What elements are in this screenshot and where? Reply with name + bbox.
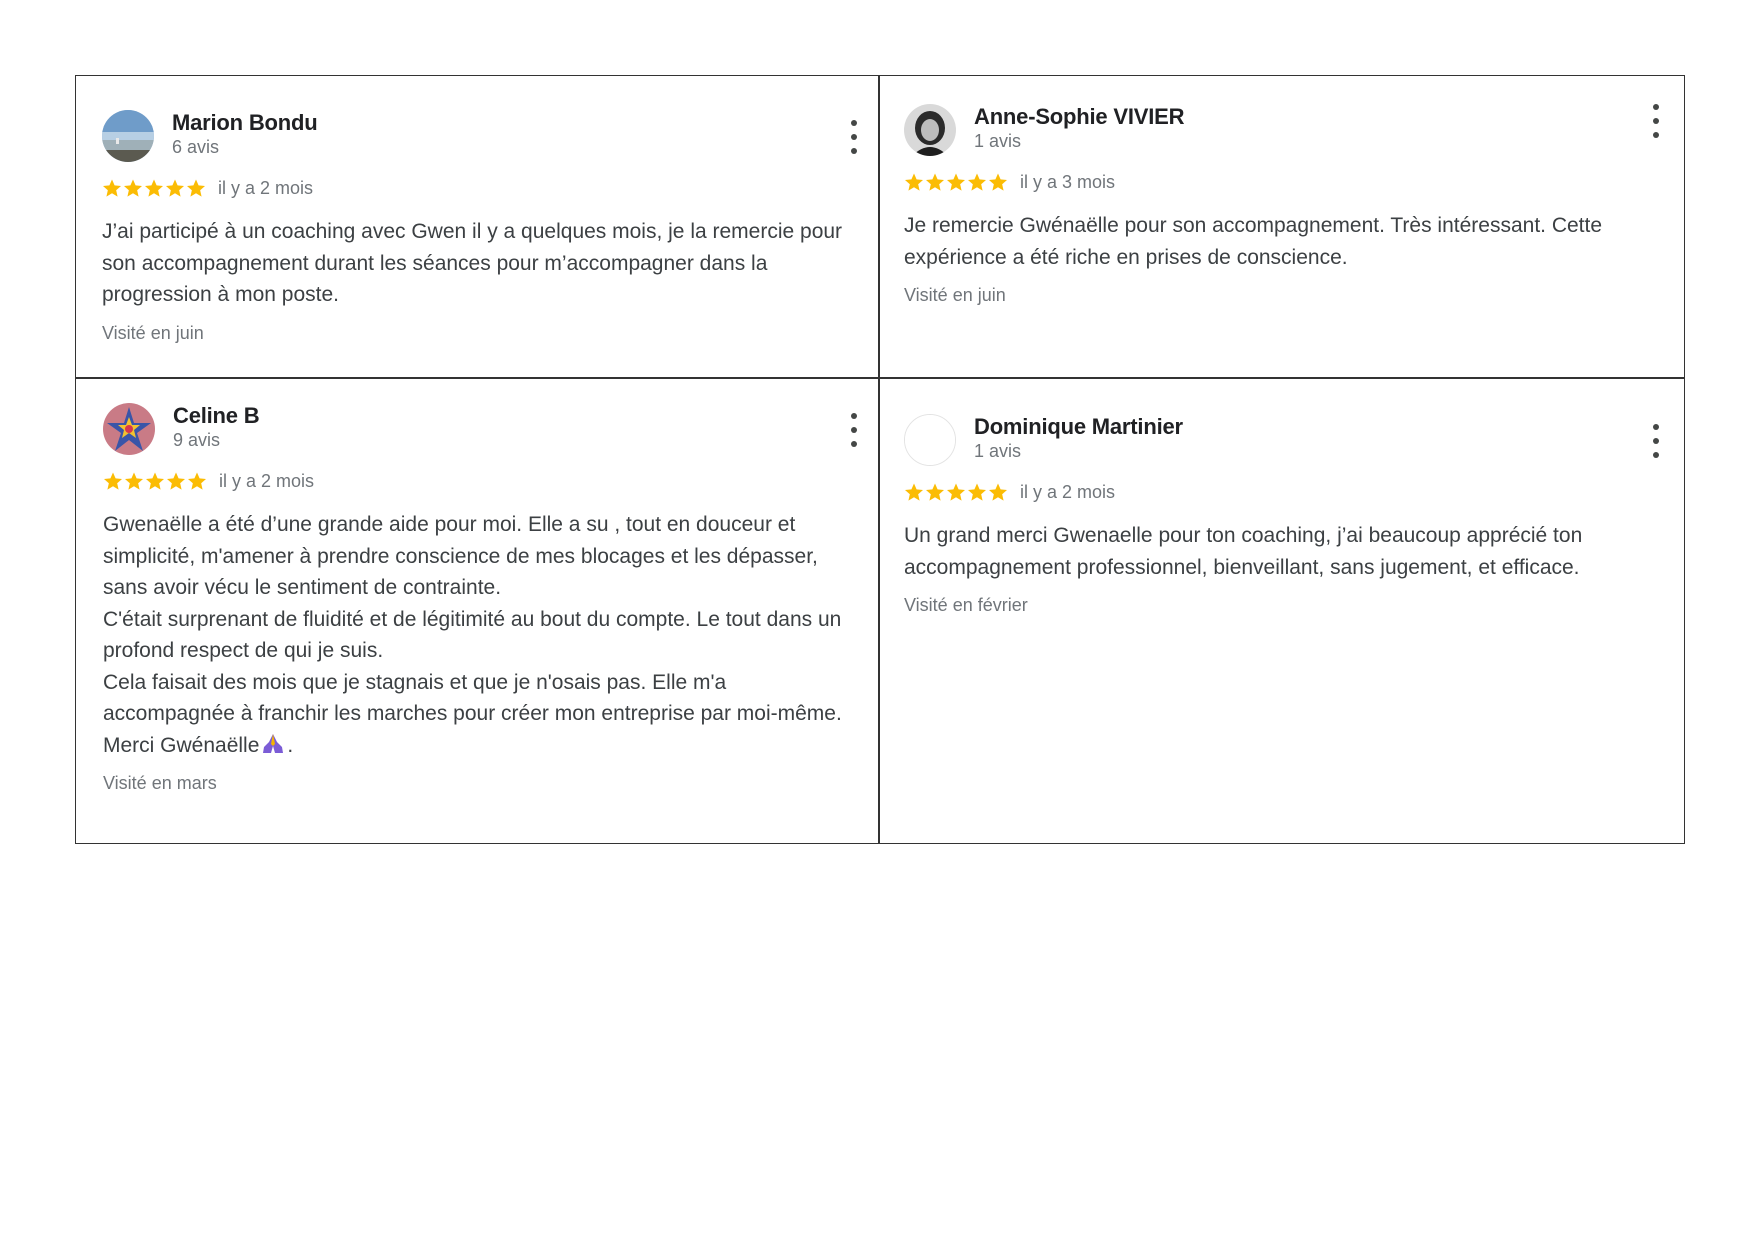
star-icon <box>145 179 163 197</box>
reviewer-name[interactable]: Celine B <box>173 403 260 429</box>
more-vert-icon <box>1653 424 1659 430</box>
star-icon <box>989 483 1007 501</box>
star-icon <box>125 472 143 490</box>
review-card-marion-bondu: Marion Bondu 6 avis il y a 2 mois J’ai p… <box>102 110 862 344</box>
star-rating <box>102 178 206 198</box>
review-header: Dominique Martinier 1 avis <box>904 414 1664 472</box>
star-icon <box>926 483 944 501</box>
star-icon <box>905 173 923 191</box>
visit-date: Visité en mars <box>103 773 217 793</box>
reviewer-avatar[interactable] <box>103 403 155 455</box>
review-text: Gwenaëlle a été d’une grande aide pour m… <box>103 509 853 761</box>
mandala-avatar-icon <box>103 403 155 455</box>
star-rating <box>103 471 207 491</box>
folded-hands-emoji-icon <box>263 733 284 753</box>
blank-avatar-icon <box>905 415 955 465</box>
beach-photo-avatar-icon <box>102 110 154 162</box>
review-count: 9 avis <box>173 430 221 450</box>
rating-row: il y a 3 mois <box>904 168 1664 196</box>
reviewer-avatar[interactable] <box>904 104 956 156</box>
star-icon <box>989 173 1007 191</box>
review-paragraph: Je remercie Gwénaëlle pour son accompagn… <box>904 214 1603 269</box>
review-count: 1 avis <box>974 441 1022 461</box>
star-icon <box>926 173 944 191</box>
review-header: Marion Bondu 6 avis <box>102 110 862 168</box>
more-options-button[interactable] <box>848 120 860 154</box>
star-rating <box>904 172 1008 192</box>
star-icon <box>124 179 142 197</box>
review-paragraph: J’ai participé à un coaching avec Gwen i… <box>102 220 843 306</box>
reviewer-avatar[interactable] <box>904 414 956 466</box>
reviewer-name[interactable]: Marion Bondu <box>172 110 318 136</box>
row-divider <box>76 377 1684 379</box>
portrait-photo-avatar-icon <box>904 104 956 156</box>
visit-date: Visité en juin <box>904 285 1006 305</box>
more-vert-icon <box>1653 104 1659 110</box>
review-paragraph: Un grand merci Gwenaelle pour ton coachi… <box>904 524 1583 579</box>
review-count: 1 avis <box>974 131 1022 151</box>
closing-text: Merci Gwénaëlle <box>103 733 260 757</box>
review-date: il y a 3 mois <box>1020 171 1116 192</box>
review-date: il y a 2 mois <box>218 177 314 198</box>
more-options-button[interactable] <box>1650 424 1662 458</box>
visit-date: Visité en février <box>904 595 1028 615</box>
star-rating <box>904 482 1008 502</box>
review-text: Je remercie Gwénaëlle pour son accompagn… <box>904 210 1664 273</box>
review-card-celine-b: Celine B 9 avis il y a 2 mois Gwenaëlle … <box>103 403 857 794</box>
review-closing: Merci Gwénaëlle. <box>103 730 853 762</box>
star-icon <box>146 472 164 490</box>
reviewer-name[interactable]: Dominique Martinier <box>974 414 1183 440</box>
star-icon <box>947 483 965 501</box>
review-date: il y a 2 mois <box>219 470 315 491</box>
review-date: il y a 2 mois <box>1020 481 1116 502</box>
rating-row: il y a 2 mois <box>103 467 853 495</box>
star-icon <box>188 472 206 490</box>
star-icon <box>103 179 121 197</box>
review-text: Un grand merci Gwenaelle pour ton coachi… <box>904 520 1664 583</box>
star-icon <box>905 483 923 501</box>
reviews-grid: Marion Bondu 6 avis il y a 2 mois J’ai p… <box>75 75 1685 844</box>
more-options-button[interactable] <box>1650 104 1662 138</box>
review-paragraph: Gwenaëlle a été d’une grande aide pour m… <box>103 513 818 599</box>
star-icon <box>104 472 122 490</box>
review-card-dominique-martinier: Dominique Martinier 1 avis il y a 2 mois… <box>904 414 1664 616</box>
review-paragraph: C'était surprenant de fluidité et de lég… <box>103 607 842 663</box>
more-vert-icon <box>851 413 857 419</box>
rating-row: il y a 2 mois <box>904 478 1664 506</box>
star-icon <box>968 173 986 191</box>
review-card-anne-sophie-vivier: Anne-Sophie VIVIER 1 avis il y a 3 mois … <box>904 104 1664 306</box>
star-icon <box>166 179 184 197</box>
star-icon <box>187 179 205 197</box>
star-icon <box>167 472 185 490</box>
reviewer-name[interactable]: Anne-Sophie VIVIER <box>974 104 1185 130</box>
star-icon <box>968 483 986 501</box>
more-options-button[interactable] <box>848 413 860 447</box>
column-divider <box>878 76 880 843</box>
rating-row: il y a 2 mois <box>102 174 862 202</box>
reviewer-avatar[interactable] <box>102 110 154 162</box>
review-text: J’ai participé à un coaching avec Gwen i… <box>102 216 862 311</box>
review-paragraph: Cela faisait des mois que je stagnais et… <box>103 670 842 726</box>
review-header: Celine B 9 avis <box>103 403 857 461</box>
closing-punctuation: . <box>287 733 294 757</box>
review-count: 6 avis <box>172 137 220 157</box>
review-header: Anne-Sophie VIVIER 1 avis <box>904 104 1664 162</box>
star-icon <box>947 173 965 191</box>
visit-date: Visité en juin <box>102 322 204 343</box>
more-vert-icon <box>851 120 857 126</box>
